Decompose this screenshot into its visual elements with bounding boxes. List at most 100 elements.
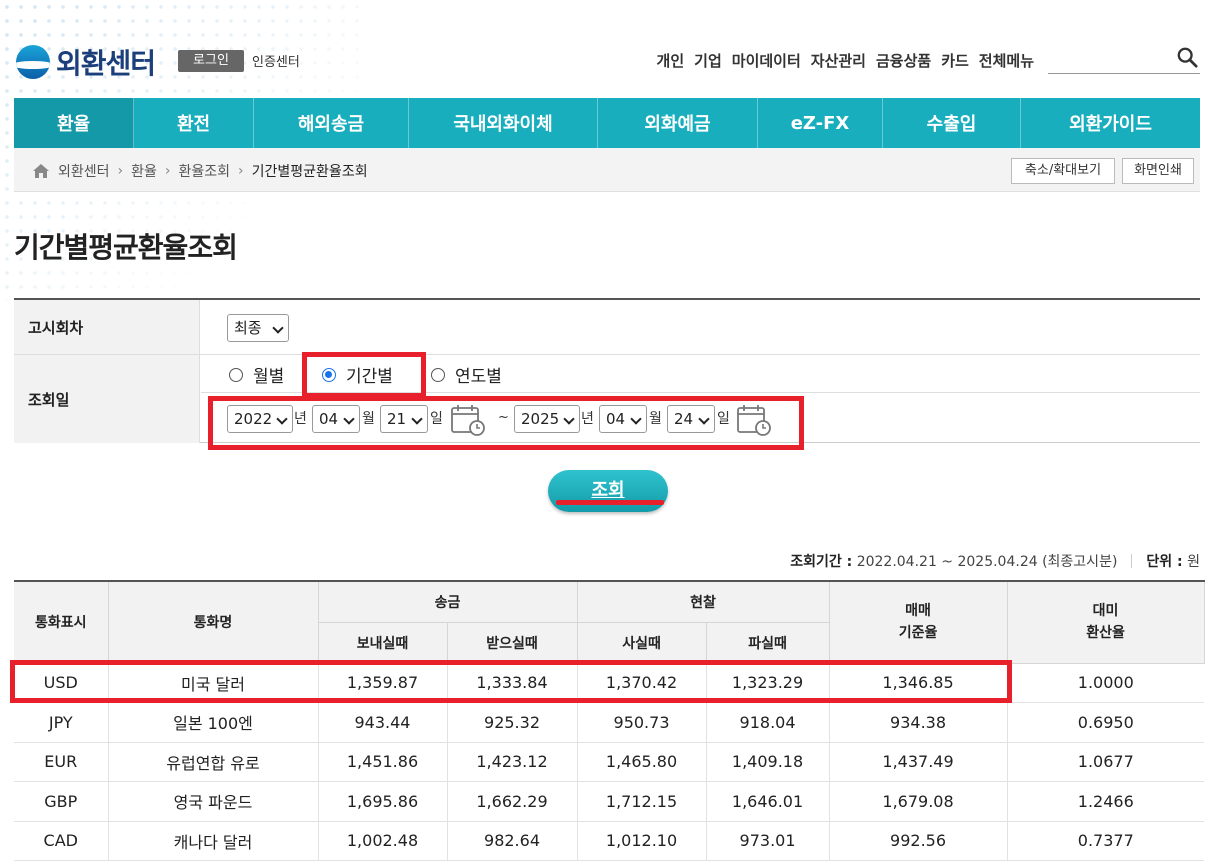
print-button[interactable]: 화면인쇄 [1122,158,1194,184]
table-row: CAD 캐나다 달러 1,002.48 982.64 1,012.10 973.… [14,821,1205,861]
top-menu-business[interactable]: 기업 [694,50,722,71]
header-usd-rate: 대미 환산율 [1006,580,1205,664]
header-cash: 현찰 [576,580,830,623]
nav-item-fx-guide[interactable]: 외환가이드 [1021,98,1200,148]
breadcrumb-item[interactable]: 외환센터 [58,161,110,181]
cell-usd: 1.2466 [1006,781,1205,822]
zoom-button[interactable]: 축소/확대보기 [1011,158,1115,184]
breadcrumb-bar: 외환센터 › 환율 › 환율조회 › 기간별평균환율조회 축소/확대보기 화면인… [14,148,1200,192]
cell-sell: 1,409.18 [705,742,830,782]
cell-buy: 1,465.80 [576,742,707,782]
cell-code: JPY [14,702,108,743]
cell-sell: 973.01 [705,821,830,861]
nav-item-exchange-rate[interactable]: 환율 [14,98,134,148]
rate-table: 통화표시 통화명 송금 현찰 매매 기준율 대미 환산율 보내실때 받으실때 사… [14,580,1205,861]
header-wire-receive: 받으실때 [446,622,578,664]
period-value: 2022.04.21 ~ 2025.04.24 (최종고시분) [856,554,1118,570]
cell-name: 일본 100엔 [107,702,318,743]
chevron-right-icon: › [117,163,124,179]
cell-name: 유럽연합 유로 [107,742,318,782]
cell-usd: 1.0000 [1006,663,1205,703]
notice-label: 고시회차 [14,300,200,354]
search-input[interactable] [1048,44,1200,74]
nav-item-trade[interactable]: 수출입 [883,98,1021,148]
page-title: 기간별평균환율조회 [14,231,238,264]
cell-usd: 1.0677 [1006,742,1205,782]
cell-sell: 1,646.01 [705,781,830,822]
cell-usd: 0.7377 [1006,821,1205,861]
top-menu: 개인 기업 마이데이터 자산관리 금융상품 카드 전체메뉴 [657,50,1034,71]
radio-button[interactable] [229,367,243,382]
top-menu-asset[interactable]: 자산관리 [811,50,866,71]
top-menu-products[interactable]: 금융상품 [876,50,931,71]
cell-send: 1,002.48 [317,821,447,861]
nav-item-exchange[interactable]: 환전 [134,98,254,148]
highlight-box [10,660,1012,703]
period-info: 조회기간 : 2022.04.21 ~ 2025.04.24 (최종고시분) 단… [790,551,1200,571]
cell-base: 934.38 [828,702,1008,743]
login-button[interactable]: 로그인 [178,50,244,72]
unit-value: 원 [1187,554,1200,570]
top-menu-card[interactable]: 카드 [941,50,969,71]
logo-text: 외환센터 [56,47,156,80]
logo-mark-icon [16,45,50,79]
radio-yearly[interactable]: 연도별 [431,362,502,387]
cell-name: 캐나다 달러 [107,821,318,861]
cell-receive: 982.64 [446,821,578,861]
radio-button[interactable] [431,367,445,382]
header-code: 통화표시 [14,580,109,664]
table-row: GBP 영국 파운드 1,695.86 1,662.29 1,712.15 1,… [14,781,1205,822]
header-cash-buy: 사실때 [576,622,707,664]
header: 외환센터 로그인 인증센터 개인 기업 마이데이터 자산관리 금융상품 카드 전… [14,40,1200,84]
period-label: 조회기간 : [790,554,853,570]
home-icon[interactable] [32,163,50,179]
cell-code: CAD [14,821,108,861]
nav-item-fx-deposit[interactable]: 외화예금 [598,98,758,148]
date-label: 조회일 [14,355,200,443]
cell-base: 1,437.49 [828,742,1008,782]
breadcrumb-item[interactable]: 환율 [131,161,157,181]
header-wire: 송금 [317,580,578,623]
cell-receive: 925.32 [446,702,578,743]
breadcrumb-current: 기간별평균환율조회 [251,164,368,180]
header-wire-send: 보내실때 [318,622,448,664]
cell-buy: 1,012.10 [576,821,707,861]
divider [1131,554,1133,568]
breadcrumb-item[interactable]: 환율조회 [179,161,231,181]
cell-send: 1,695.86 [317,781,447,822]
breadcrumb: 외환센터 › 환율 › 환율조회 › 기간별평균환율조회 [32,161,368,181]
cell-buy: 950.73 [576,702,707,743]
radio-label: 월별 [253,367,285,387]
unit-label: 단위 : [1146,554,1183,570]
main-nav: 환율 환전 해외송금 국내외화이체 외화예금 eZ-FX 수출입 외환가이드 [14,98,1200,148]
logo[interactable]: 외환센터 [16,42,156,82]
radio-label: 연도별 [455,367,502,387]
search-icon[interactable] [1176,46,1198,68]
cell-receive: 1,662.29 [446,781,578,822]
cert-center-link[interactable]: 인증센터 [252,51,300,70]
top-menu-mydata[interactable]: 마이데이터 [732,50,801,71]
nav-item-domestic-transfer[interactable]: 국내외화이체 [409,98,598,148]
nav-item-ez-fx[interactable]: eZ-FX [758,98,883,148]
cell-send: 943.44 [317,702,447,743]
top-menu-all[interactable]: 전체메뉴 [979,50,1034,71]
notice-select[interactable]: 최종 [227,314,289,342]
cell-name: 영국 파운드 [107,781,318,822]
cell-base: 992.56 [828,821,1008,861]
highlight-box [302,352,426,398]
cell-usd: 0.6950 [1006,702,1205,743]
top-menu-personal[interactable]: 개인 [657,50,685,71]
header-cash-sell: 파실때 [705,622,830,664]
header-base-rate: 매매 기준율 [828,580,1008,664]
cell-base: 1,679.08 [828,781,1008,822]
highlight-underline [556,500,664,505]
table-row: EUR 유럽연합 유로 1,451.86 1,423.12 1,465.80 1… [14,742,1205,782]
cell-code: GBP [14,781,108,822]
cell-sell: 918.04 [705,702,830,743]
header-name: 통화명 [107,580,319,664]
chevron-right-icon: › [164,163,171,179]
search-button[interactable]: 조회 [548,470,668,512]
cell-buy: 1,712.15 [576,781,707,822]
radio-monthly[interactable]: 월별 [229,362,284,387]
nav-item-overseas-remit[interactable]: 해외송금 [254,98,409,148]
